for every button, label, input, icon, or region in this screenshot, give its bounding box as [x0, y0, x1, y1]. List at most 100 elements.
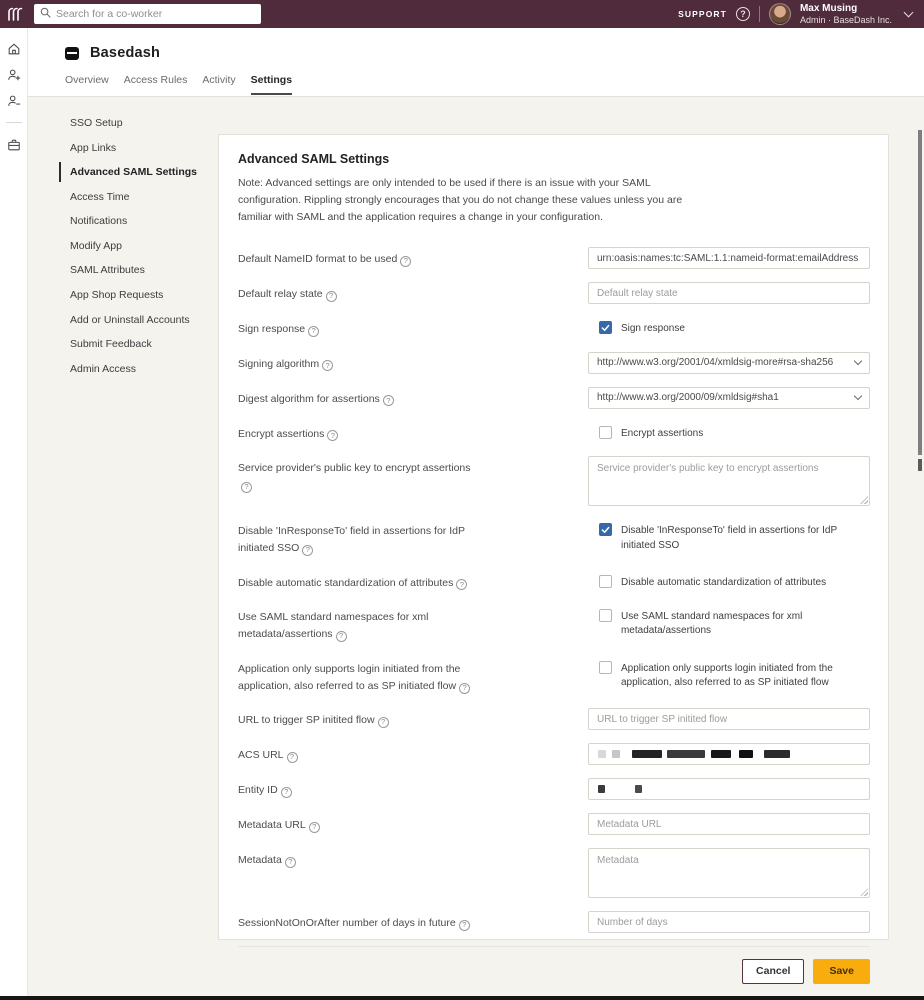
sidebar-item-submit-feedback[interactable]: Submit Feedback: [59, 334, 219, 354]
basedash-logo: [65, 47, 79, 60]
form-rows: Default NameID format to be used?Default…: [238, 247, 870, 946]
help-icon[interactable]: ?: [336, 631, 347, 642]
help-icon[interactable]: ?: [322, 360, 333, 371]
field-label-text: Application only supports login initiate…: [238, 663, 460, 692]
field-control: [588, 911, 870, 933]
disable-automatic-standardization-of-att-checkbox[interactable]: [599, 575, 612, 588]
help-icon[interactable]: ?: [456, 579, 467, 590]
tab-overview[interactable]: Overview: [65, 74, 109, 95]
help-icon[interactable]: ?: [241, 482, 252, 493]
checkbox-label: Sign response: [621, 321, 685, 337]
resize-handle-icon[interactable]: [860, 496, 868, 504]
remove-user-icon[interactable]: [6, 93, 21, 108]
help-icon[interactable]: ?: [287, 752, 298, 763]
field-label-text: SessionNotOnOrAfter number of days in fu…: [238, 917, 456, 929]
use-saml-standard-namespaces-for-xml-met-checkbox[interactable]: [599, 609, 612, 622]
redaction-block: [632, 750, 662, 758]
default-nameid-format-to-be-used-input[interactable]: [588, 247, 870, 269]
field-control: Disable 'InResponseTo' field in assertio…: [599, 519, 870, 558]
sidebar-item-app-links[interactable]: App Links: [59, 138, 219, 158]
field-label-text: Metadata: [238, 854, 282, 866]
field-label: Metadata?: [238, 848, 475, 898]
help-icon[interactable]: ?: [302, 545, 313, 556]
help-icon[interactable]: ?: [326, 291, 337, 302]
metadata-url-input[interactable]: [588, 813, 870, 835]
tab-settings[interactable]: Settings: [251, 74, 292, 95]
rippling-logo[interactable]: [0, 7, 30, 21]
field-control: [588, 743, 870, 765]
field-label: Application only supports login initiate…: [238, 657, 486, 696]
settings-sidebar: SSO Setup App Links Advanced SAML Settings…: [59, 113, 219, 383]
field-label-text: Signing algorithm: [238, 358, 319, 370]
sessionnotonorafter-number-of-days-in-fu-input[interactable]: [588, 911, 870, 933]
form-row-disable-automatic-standardization-of-att: Disable automatic standardization of att…: [238, 571, 870, 592]
panel-footer: Cancel Save: [238, 946, 870, 997]
field-label: Metadata URL?: [238, 813, 475, 835]
form-row-metadata-url: Metadata URL?: [238, 813, 870, 835]
help-icon[interactable]: ?: [309, 822, 320, 833]
entity-id-redacted-value[interactable]: [588, 778, 870, 800]
home-icon[interactable]: [6, 41, 21, 56]
metadata-textarea[interactable]: Metadata: [588, 848, 870, 898]
field-label: Sign response?: [238, 317, 486, 338]
encrypt-assertions-checkbox[interactable]: [599, 426, 612, 439]
chevron-down-icon[interactable]: [904, 8, 914, 18]
sidebar-item-admin-access[interactable]: Admin Access: [59, 359, 219, 379]
field-label: Digest algorithm for assertions?: [238, 387, 475, 409]
field-label: Disable automatic standardization of att…: [238, 571, 486, 592]
field-label: Default NameID format to be used?: [238, 247, 475, 269]
cancel-button[interactable]: Cancel: [742, 959, 804, 984]
checkbox-label: Disable automatic standardization of att…: [621, 575, 826, 591]
help-icon[interactable]: ?: [327, 430, 338, 441]
form-row-sessionnotonorafter-number-of-days-in-fu: SessionNotOnOrAfter number of days in fu…: [238, 911, 870, 933]
help-icon[interactable]: ?: [400, 256, 411, 267]
sidebar-item-notifications[interactable]: Notifications: [59, 211, 219, 231]
tabs: Overview Access Rules Activity Settings: [28, 61, 924, 95]
digest-algorithm-for-assertions-select[interactable]: http://www.w3.org/2000/09/xmldsig#sha1: [588, 387, 870, 409]
help-circle-icon[interactable]: ?: [736, 7, 750, 21]
tab-access-rules[interactable]: Access Rules: [124, 74, 188, 95]
support-link[interactable]: SUPPORT: [678, 9, 727, 19]
signing-algorithm-select[interactable]: http://www.w3.org/2001/04/xmldsig-more#r…: [588, 352, 870, 374]
rail-divider: [6, 122, 22, 123]
sidebar-item-advanced-saml-settings[interactable]: Advanced SAML Settings: [59, 162, 219, 182]
user-avatar[interactable]: [769, 3, 791, 25]
add-user-icon[interactable]: [6, 67, 21, 82]
sidebar-item-modify-app[interactable]: Modify App: [59, 236, 219, 256]
briefcase-icon[interactable]: [6, 137, 21, 152]
sidebar-item-app-shop-requests[interactable]: App Shop Requests: [59, 285, 219, 305]
acs-url-redacted-value[interactable]: [588, 743, 870, 765]
help-icon[interactable]: ?: [459, 920, 470, 931]
help-icon[interactable]: ?: [285, 857, 296, 868]
panel-note: Note: Advanced settings are only intende…: [238, 175, 690, 225]
application-only-supports-login-initiate-checkbox[interactable]: [599, 661, 612, 674]
help-icon[interactable]: ?: [459, 683, 470, 694]
page-title: Basedash: [90, 45, 160, 61]
url-to-trigger-sp-initited-flow-input[interactable]: [588, 708, 870, 730]
disable-inresponseto-field-in-assertions-checkbox[interactable]: [599, 523, 612, 536]
sidebar-item-access-time[interactable]: Access Time: [59, 187, 219, 207]
default-relay-state-input[interactable]: [588, 282, 870, 304]
scrollbar-thumb[interactable]: [918, 130, 922, 455]
service-provider-s-public-key-to-encrypt-textarea[interactable]: Service provider's public key to encrypt…: [588, 456, 870, 506]
sidebar-item-sso-setup[interactable]: SSO Setup: [59, 113, 219, 133]
search-input[interactable]: [56, 8, 255, 20]
help-icon[interactable]: ?: [281, 787, 292, 798]
field-control: Service provider's public key to encrypt…: [588, 456, 870, 506]
user-menu[interactable]: Max Musing Admin · BaseDash Inc.: [800, 3, 892, 25]
field-label-text: Metadata URL: [238, 819, 306, 831]
help-icon[interactable]: ?: [383, 395, 394, 406]
save-button[interactable]: Save: [813, 959, 870, 984]
field-label: SessionNotOnOrAfter number of days in fu…: [238, 911, 475, 933]
sign-response-checkbox[interactable]: [599, 321, 612, 334]
sidebar-item-saml-attributes[interactable]: SAML Attributes: [59, 260, 219, 280]
resize-handle-icon[interactable]: [860, 888, 868, 896]
scrollbar-thumb-small[interactable]: [918, 459, 922, 471]
form-row-encrypt-assertions: Encrypt assertions?Encrypt assertions: [238, 422, 870, 443]
sidebar-item-add-or-uninstall-accounts[interactable]: Add or Uninstall Accounts: [59, 310, 219, 330]
help-icon[interactable]: ?: [308, 326, 319, 337]
field-control: Application only supports login initiate…: [599, 657, 870, 696]
help-icon[interactable]: ?: [378, 717, 389, 728]
tab-activity[interactable]: Activity: [202, 74, 235, 95]
redaction-block: [635, 785, 642, 793]
